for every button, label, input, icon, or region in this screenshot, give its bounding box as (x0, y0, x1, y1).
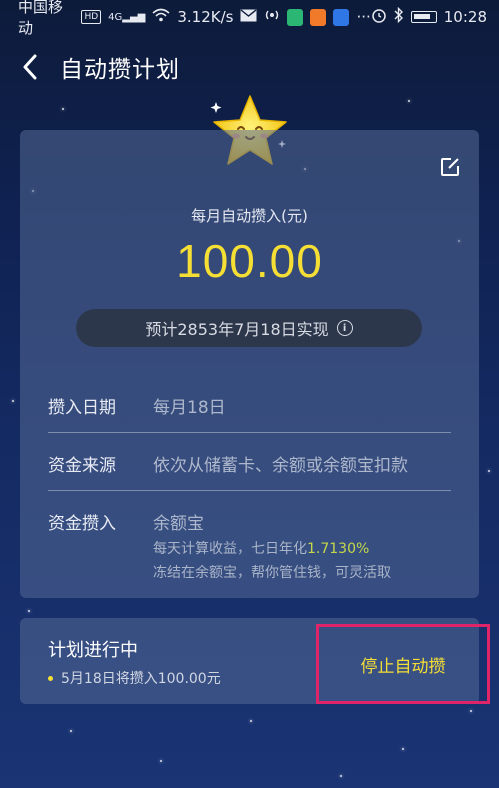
info-icon[interactable]: i (336, 320, 353, 336)
edit-icon (441, 158, 459, 176)
bluetooth-icon (394, 6, 404, 27)
amount-label: 每月自动攒入(元) (191, 207, 308, 225)
nav-header: 自动攒计划 (0, 46, 499, 88)
fund-source-label: 资金来源 (48, 456, 116, 476)
clock-time: 10:28 (443, 8, 487, 26)
deposit-date-label: 攒入日期 (48, 398, 116, 418)
carrier-label: 中国移动 (18, 0, 64, 37)
mail-icon (240, 8, 257, 26)
network-speed: 3.12K/s (177, 8, 234, 26)
signal-icon: 4G▂▄▆ (108, 11, 146, 23)
page-title: 自动攒计划 (60, 57, 180, 83)
fund-destination-label: 资金攒入 (48, 514, 116, 534)
yield-info: 每天计算收益，七日年化1.7130% (153, 538, 369, 558)
divider (48, 490, 451, 491)
edit-button[interactable] (439, 156, 461, 178)
yield-rate: 1.7130% (307, 541, 370, 557)
projection-pill[interactable]: 预计2853年7月18日实现 i (76, 309, 422, 347)
more-icon: ··· (356, 8, 371, 26)
stop-auto-save-label: 停止自动攒 (360, 656, 446, 677)
status-dot (48, 675, 53, 681)
hd-badge: HD (81, 10, 102, 24)
wifi-icon (152, 8, 170, 26)
fund-destination-value: 余额宝 (153, 514, 204, 534)
hotspot-icon (264, 8, 280, 26)
app-notification-icon-blue (333, 8, 350, 26)
monthly-amount: 100.00 (176, 235, 323, 287)
stop-auto-save-button[interactable]: 停止自动攒 (316, 624, 490, 704)
projection-text: 预计2853年7月18日实现 (145, 320, 329, 339)
yield-prefix: 每天计算收益，七日年化 (153, 541, 307, 557)
deposit-date-value: 每月18日 (153, 398, 226, 418)
fund-source-value: 依次从储蓄卡、余额或余额宝扣款 (153, 456, 408, 476)
alarm-icon (371, 7, 387, 27)
divider (48, 432, 451, 433)
app-notification-icon-orange (310, 8, 327, 26)
yield-note: 冻结在余额宝，帮你管住钱，可灵活取 (153, 565, 391, 581)
next-deposit-info: 5月18日将攒入100.00元 (48, 668, 221, 688)
network-type: 4G (108, 11, 123, 23)
plan-card: 每月自动攒入(元) 100.00 预计2853年7月18日实现 i 攒入日期 每… (20, 130, 479, 598)
chevron-left-icon (23, 54, 37, 80)
plan-status-title: 计划进行中 (48, 640, 138, 661)
back-button[interactable] (0, 46, 60, 88)
status-bar: 中国移动 HD 4G▂▄▆ 3.12K/s ··· 10:28 (0, 0, 499, 37)
next-deposit-text: 5月18日将攒入100.00元 (61, 671, 221, 687)
battery-icon (410, 11, 437, 23)
app-notification-icon-green (287, 8, 304, 26)
